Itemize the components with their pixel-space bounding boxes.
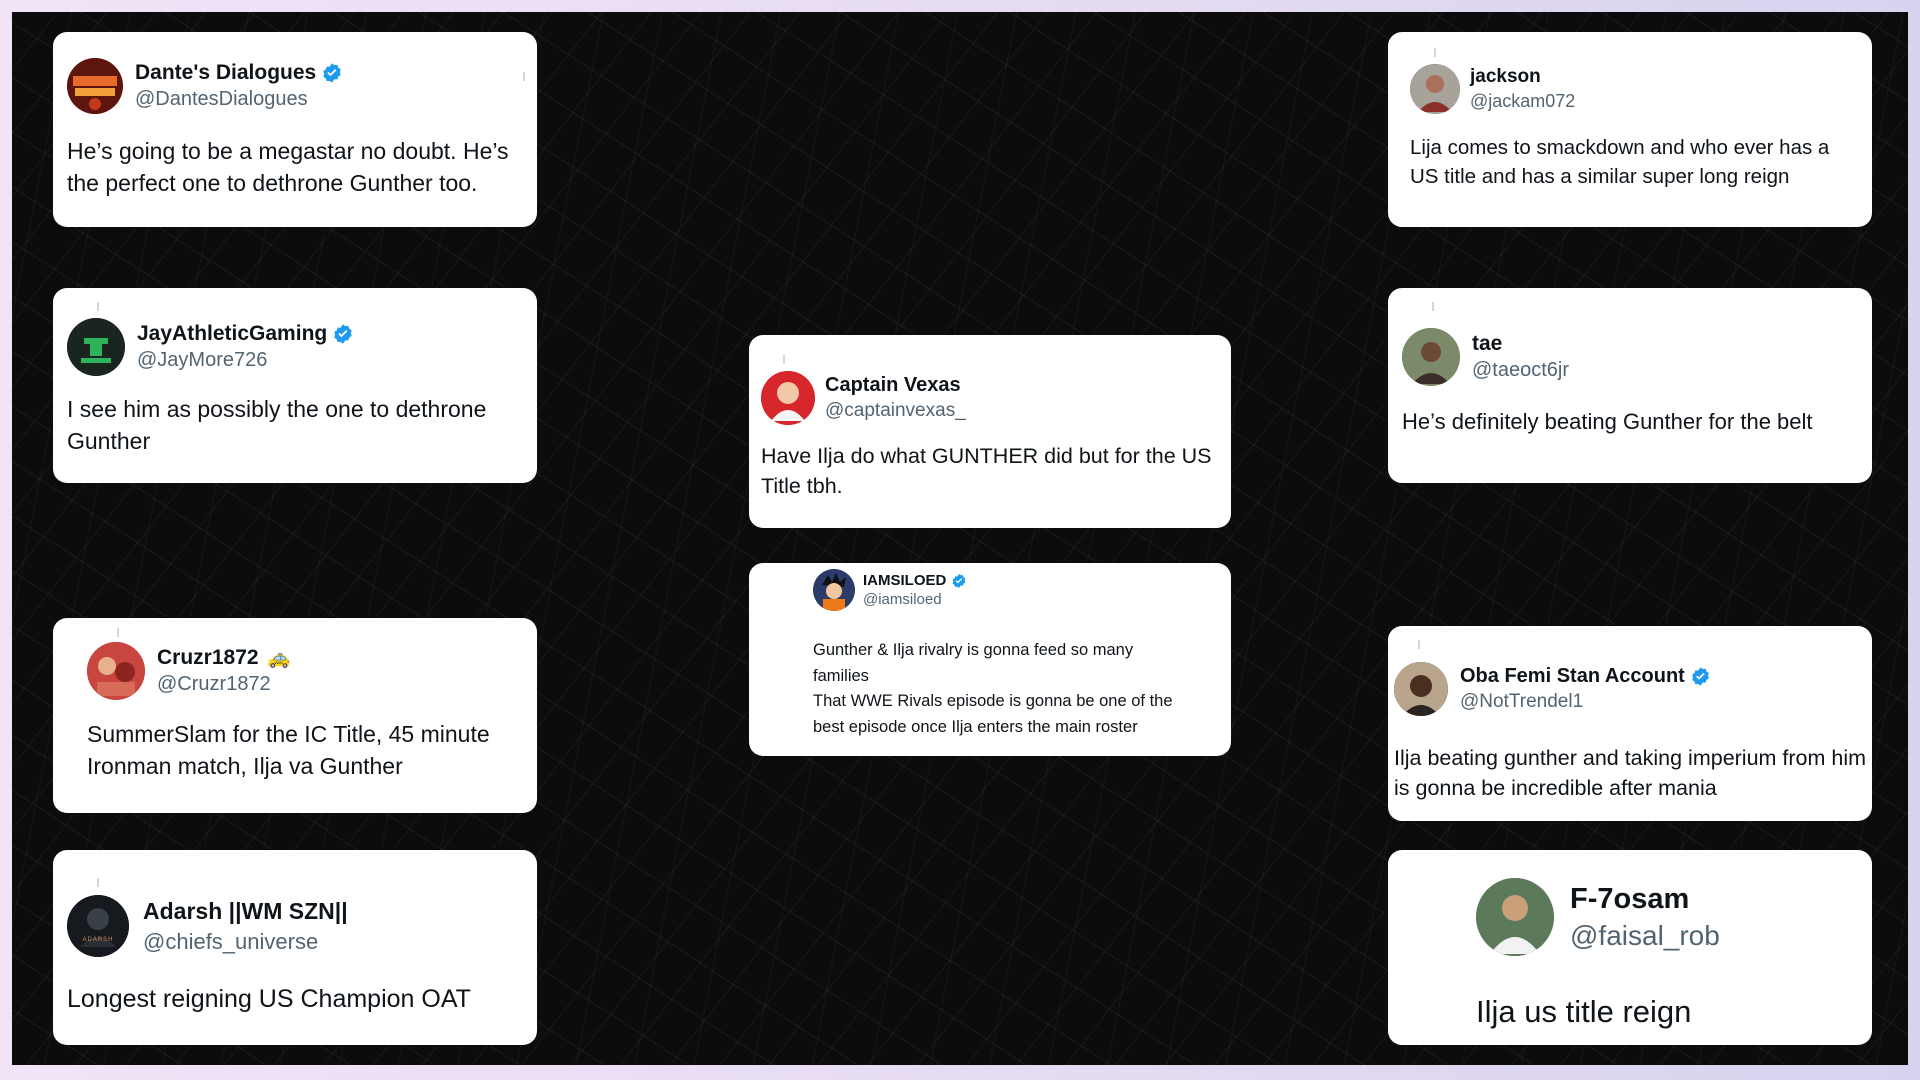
- tweet-card-adarsh[interactable]: ADARSH Adarsh ||WM SZN|| @chiefs_univers…: [53, 850, 537, 1045]
- thread-line: [97, 878, 99, 887]
- tweet-card-f-7osam[interactable]: F-7osam @faisal_rob Ilja us title reign: [1388, 850, 1872, 1045]
- thread-line: [523, 72, 525, 81]
- tweet-text: He’s definitely beating Gunther for the …: [1402, 409, 1813, 434]
- display-name[interactable]: JayAthleticGaming: [137, 322, 327, 346]
- green-logo-avatar[interactable]: [67, 318, 125, 376]
- verified-badge-icon: [951, 573, 967, 589]
- thread-line: [1418, 640, 1420, 649]
- tweet-text: Longest reigning US Champion OAT: [67, 985, 471, 1013]
- display-name[interactable]: Adarsh ||WM SZN||: [143, 898, 348, 925]
- tweet-text: He’s going to be a megastar no doubt. He…: [67, 138, 509, 197]
- display-name[interactable]: tae: [1472, 332, 1502, 356]
- display-name[interactable]: jackson: [1470, 66, 1541, 88]
- thread-line: [783, 355, 785, 364]
- thread-line: [97, 302, 99, 311]
- tweet-card-dantes-dialogues[interactable]: Dante's Dialogues @DantesDialogues He’s …: [53, 32, 537, 227]
- avatar-label: ADARSH: [82, 937, 114, 943]
- user-handle[interactable]: @Cruzr1872: [157, 673, 290, 696]
- user-handle[interactable]: @jackam072: [1470, 91, 1575, 112]
- verified-badge-icon: [332, 323, 354, 345]
- tweet-card-captain-vexas[interactable]: Captain Vexas @captainvexas_ Have Ilja d…: [749, 335, 1231, 528]
- collage-background: Dante's Dialogues @DantesDialogues He’s …: [12, 12, 1908, 1065]
- user-handle[interactable]: @DantesDialogues: [135, 88, 343, 111]
- thread-line: [117, 628, 119, 637]
- display-name[interactable]: F-7osam: [1570, 883, 1689, 916]
- user-handle[interactable]: @chiefs_universe: [143, 929, 348, 955]
- red-character-avatar[interactable]: [761, 371, 815, 425]
- user-handle[interactable]: @taeoct6jr: [1472, 359, 1569, 382]
- tweet-card-jackson[interactable]: jackson @jackam072 Lija comes to smackdo…: [1388, 32, 1872, 227]
- person-photo-avatar[interactable]: [1476, 878, 1554, 956]
- taxi-emoji: 🚕: [266, 648, 291, 669]
- person-photo-avatar[interactable]: [87, 642, 145, 700]
- display-name[interactable]: Oba Femi Stan Account: [1460, 665, 1685, 688]
- user-handle[interactable]: @iamsiloed: [863, 591, 967, 608]
- verified-badge-icon: [321, 62, 343, 84]
- tweet-text: SummerSlam for the IC Title, 45 minute I…: [87, 721, 490, 780]
- tweet-text: Ilja beating gunther and taking imperium…: [1394, 746, 1867, 801]
- tweet-card-jayathleticgaming[interactable]: JayAthleticGaming @JayMore726 I see him …: [53, 288, 537, 483]
- tweet-card-iamsiloed[interactable]: IAMSILOED @iamsiloed Gunther & Ilja riva…: [749, 563, 1231, 756]
- dark-figure-avatar[interactable]: ADARSH: [67, 895, 129, 957]
- tweet-card-cruzr1872[interactable]: Cruzr1872 🚕 @Cruzr1872 SummerSlam for th…: [53, 618, 537, 813]
- tweet-text: Gunther & Ilja rivalry is gonna feed so …: [813, 641, 1173, 736]
- person-photo-avatar[interactable]: [1402, 328, 1460, 386]
- anime-character-avatar[interactable]: [813, 569, 855, 611]
- thread-line: [1432, 302, 1434, 311]
- tweet-card-tae[interactable]: tae @taeoct6jr He’s definitely beating G…: [1388, 288, 1872, 483]
- tweet-card-oba-femi-stan[interactable]: Oba Femi Stan Account @NotTrendel1 Ilja …: [1388, 626, 1872, 821]
- tweet-text: Have Ilja do what GUNTHER did but for th…: [761, 444, 1212, 499]
- display-name[interactable]: IAMSILOED: [863, 572, 946, 589]
- user-handle[interactable]: @captainvexas_: [825, 400, 966, 422]
- person-photo-avatar[interactable]: [1410, 64, 1460, 114]
- thread-line: [1434, 48, 1436, 57]
- dantes-dialogues-logo-avatar[interactable]: [67, 58, 123, 114]
- display-name[interactable]: Dante's Dialogues: [135, 61, 316, 85]
- display-name[interactable]: Captain Vexas: [825, 374, 961, 397]
- user-handle[interactable]: @NotTrendel1: [1460, 691, 1711, 713]
- tweet-text: Ilja us title reign: [1476, 994, 1692, 1029]
- tweet-text: Lija comes to smackdown and who ever has…: [1410, 136, 1830, 188]
- display-name[interactable]: Cruzr1872: [157, 646, 259, 670]
- person-photo-avatar[interactable]: [1394, 662, 1448, 716]
- user-handle[interactable]: @faisal_rob: [1570, 920, 1720, 952]
- tweet-text: I see him as possibly the one to dethron…: [67, 396, 487, 455]
- user-handle[interactable]: @JayMore726: [137, 349, 354, 372]
- verified-badge-icon: [1690, 666, 1711, 687]
